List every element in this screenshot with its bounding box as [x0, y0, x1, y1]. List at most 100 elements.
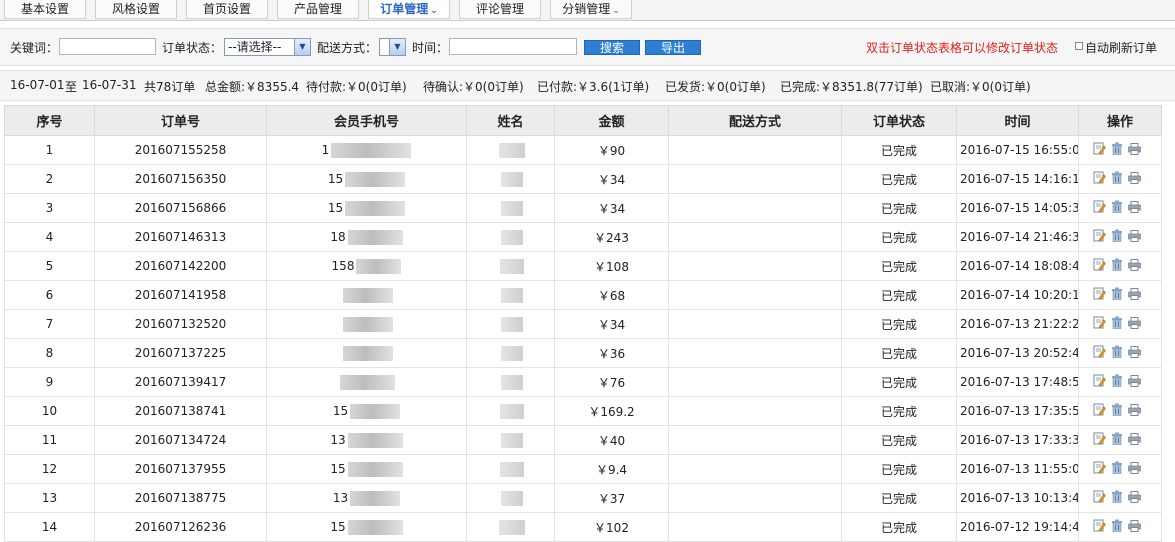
printer-icon[interactable]	[1128, 432, 1141, 448]
edit-icon[interactable]	[1093, 374, 1106, 390]
redacted-block	[500, 316, 523, 332]
export-button[interactable]: 导出	[645, 40, 701, 55]
trash-icon[interactable]	[1111, 461, 1123, 477]
printer-icon[interactable]	[1128, 490, 1141, 506]
cell-status-text: 已完成	[880, 230, 917, 245]
cell-status[interactable]: 已完成	[841, 512, 957, 542]
trash-icon[interactable]	[1111, 142, 1123, 158]
keyword-input[interactable]	[59, 38, 156, 55]
trash-icon[interactable]	[1111, 432, 1123, 448]
cell-status-text: 已完成	[880, 317, 917, 332]
edit-icon[interactable]	[1093, 432, 1106, 448]
printer-icon[interactable]	[1128, 200, 1141, 216]
trash-icon[interactable]	[1111, 171, 1123, 187]
cell-status[interactable]: 已完成	[841, 193, 957, 223]
edit-icon[interactable]	[1093, 258, 1106, 274]
redacted-block	[498, 519, 525, 535]
cell-index: 13	[4, 483, 95, 513]
edit-icon[interactable]	[1093, 461, 1106, 477]
tab-orders[interactable]: 订单管理 ⌄	[368, 0, 450, 19]
cell-status[interactable]: 已完成	[841, 251, 957, 281]
cell-status[interactable]: 已完成	[841, 483, 957, 513]
cell-status[interactable]: 已完成	[841, 338, 957, 368]
cell-amount: ￥243	[554, 222, 669, 252]
chevron-down-icon: ▼	[389, 39, 405, 55]
edit-icon[interactable]	[1093, 229, 1106, 245]
tab-basic-settings[interactable]: 基本设置	[4, 0, 86, 19]
cell-order-no-text: 201607137955	[134, 462, 227, 476]
printer-icon[interactable]	[1128, 403, 1141, 419]
cell-status[interactable]: 已完成	[841, 367, 957, 397]
cell-order-no: 201607137225	[94, 338, 267, 368]
edit-icon[interactable]	[1093, 142, 1106, 158]
order-status-select[interactable]: --请选择-- ▼	[224, 38, 311, 56]
printer-icon[interactable]	[1128, 287, 1141, 303]
cell-status[interactable]: 已完成	[841, 222, 957, 252]
cell-status[interactable]: 已完成	[841, 164, 957, 194]
cell-time-text: 2016-07-13 10:13:46	[960, 491, 1079, 505]
edit-icon[interactable]	[1093, 403, 1106, 419]
edit-icon[interactable]	[1093, 519, 1106, 535]
printer-icon[interactable]	[1128, 374, 1141, 390]
cell-delivery	[668, 222, 842, 252]
trash-icon[interactable]	[1111, 490, 1123, 506]
cell-status-text: 已完成	[880, 259, 917, 274]
tab-comments[interactable]: 评论管理	[459, 0, 541, 19]
edit-icon[interactable]	[1093, 345, 1106, 361]
edit-icon[interactable]	[1093, 171, 1106, 187]
cell-name	[466, 164, 555, 194]
edit-icon[interactable]	[1093, 287, 1106, 303]
auto-refresh-checkbox[interactable]	[1075, 42, 1083, 50]
order-status-selected: --请选择--	[228, 40, 282, 54]
table-row: 6 201607141958 ￥68 已完成 2016-07-14 10:20:16	[4, 280, 1162, 310]
cell-status[interactable]: 已完成	[841, 280, 957, 310]
cell-delivery	[668, 396, 842, 426]
printer-icon[interactable]	[1128, 142, 1141, 158]
summary-shipped: 已发货:￥0(0订单)	[665, 80, 766, 94]
edit-icon[interactable]	[1093, 490, 1106, 506]
top-nav-tabs: 基本设置 风格设置 首页设置 产品管理 订单管理 ⌄ 评论管理 分销管理 ⌄	[0, 0, 1175, 21]
chevron-down-icon: ⌄	[612, 6, 620, 16]
printer-icon[interactable]	[1128, 316, 1141, 332]
trash-icon[interactable]	[1111, 403, 1123, 419]
trash-icon[interactable]	[1111, 519, 1123, 535]
cell-delivery	[668, 135, 842, 165]
printer-icon[interactable]	[1128, 519, 1141, 535]
cell-status-text: 已完成	[880, 404, 917, 419]
cell-phone-text: 15	[327, 171, 344, 186]
tab-label: 风格设置	[111, 2, 160, 16]
col-header-amount: 金额	[554, 105, 669, 136]
cell-status[interactable]: 已完成	[841, 454, 957, 484]
tab-distribution[interactable]: 分销管理 ⌄	[550, 0, 632, 19]
printer-icon[interactable]	[1128, 461, 1141, 477]
delivery-select[interactable]: ▼	[379, 38, 406, 56]
printer-icon[interactable]	[1128, 258, 1141, 274]
cell-phone-text: 15	[330, 519, 346, 534]
cell-order-no: 201607146313	[94, 222, 267, 252]
trash-icon[interactable]	[1111, 374, 1123, 390]
search-button[interactable]: 搜索	[584, 40, 640, 55]
trash-icon[interactable]	[1111, 316, 1123, 332]
printer-icon[interactable]	[1128, 171, 1141, 187]
cell-delivery	[668, 483, 842, 513]
trash-icon[interactable]	[1111, 229, 1123, 245]
tab-home-settings[interactable]: 首页设置	[186, 0, 268, 19]
col-header-phone: 会员手机号	[266, 105, 467, 136]
trash-icon[interactable]	[1111, 287, 1123, 303]
cell-status[interactable]: 已完成	[841, 135, 957, 165]
edit-icon[interactable]	[1093, 316, 1106, 332]
printer-icon[interactable]	[1128, 229, 1141, 245]
time-input[interactable]	[449, 38, 577, 55]
cell-status[interactable]: 已完成	[841, 309, 957, 339]
trash-icon[interactable]	[1111, 200, 1123, 216]
trash-icon[interactable]	[1111, 258, 1123, 274]
redacted-block	[499, 403, 524, 419]
edit-icon[interactable]	[1093, 200, 1106, 216]
cell-status[interactable]: 已完成	[841, 425, 957, 455]
tab-products[interactable]: 产品管理	[277, 0, 359, 19]
tab-style-settings[interactable]: 风格设置	[95, 0, 177, 19]
cell-phone: 13	[266, 483, 467, 513]
cell-status[interactable]: 已完成	[841, 396, 957, 426]
printer-icon[interactable]	[1128, 345, 1141, 361]
trash-icon[interactable]	[1111, 345, 1123, 361]
